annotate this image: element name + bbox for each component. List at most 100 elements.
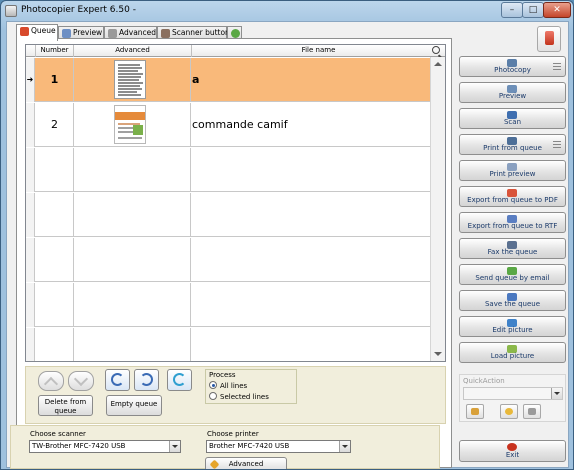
radio-label: All lines bbox=[220, 382, 248, 390]
queue-actions-panel: Delete from queue Empty queue Process Al… bbox=[25, 366, 446, 424]
options-grip-icon[interactable] bbox=[553, 141, 561, 148]
app-window: Photocopier Expert 6.50 - – □ ✕ Queue Pr… bbox=[0, 0, 574, 470]
table-row[interactable] bbox=[26, 193, 431, 237]
chevron-down-icon[interactable] bbox=[169, 441, 180, 452]
print-from-queue-button[interactable]: Print from queue bbox=[459, 134, 566, 155]
table-row[interactable] bbox=[26, 283, 431, 327]
advanced-icon bbox=[209, 459, 220, 469]
app-logo bbox=[537, 26, 561, 52]
table-row[interactable]: 2 commande camif bbox=[26, 103, 431, 147]
refresh-button[interactable] bbox=[167, 369, 192, 391]
exit-button[interactable]: Exit bbox=[459, 440, 566, 462]
chevron-up-icon bbox=[43, 376, 59, 392]
row-number: 1 bbox=[36, 58, 74, 102]
row-filename: commande camif bbox=[192, 118, 288, 131]
exit-label: Exit bbox=[505, 451, 520, 459]
title-bar[interactable]: Photocopier Expert 6.50 - – □ ✕ bbox=[1, 1, 573, 21]
scanner-value: TW-Brother MFC-7420 USB bbox=[32, 442, 126, 450]
radio-all-lines[interactable]: All lines bbox=[209, 381, 247, 391]
sidebar: Photocopy Preview Scan Print from queue Prin… bbox=[454, 22, 570, 469]
preview-button[interactable]: Preview bbox=[459, 82, 566, 103]
close-button[interactable]: ✕ bbox=[543, 2, 571, 18]
sidebar-button-label: Edit picture bbox=[492, 326, 533, 334]
edit-picture-button[interactable]: Edit picture bbox=[459, 316, 566, 337]
row-number: 2 bbox=[36, 103, 74, 147]
sidebar-button-label: Save the queue bbox=[484, 300, 541, 308]
advanced-button-label: Advanced bbox=[228, 460, 264, 468]
refresh-icon bbox=[173, 373, 186, 386]
header-selector bbox=[26, 45, 36, 57]
grid-vertical-scrollbar[interactable] bbox=[430, 57, 445, 361]
sidebar-button-label: Send queue by email bbox=[475, 274, 550, 282]
delete-from-queue-button[interactable]: Delete from queue bbox=[38, 395, 93, 416]
queue-grid[interactable]: Number Advanced File name ➜ 1 a 2 comman… bbox=[25, 44, 446, 362]
export-from-queue-to-pdf-button[interactable]: Export from queue to PDF bbox=[459, 186, 566, 207]
radio-label: Selected lines bbox=[220, 393, 269, 401]
photocopy-button[interactable]: Photocopy bbox=[459, 56, 566, 77]
options-grip-icon[interactable] bbox=[553, 63, 561, 70]
chevron-down-icon[interactable] bbox=[339, 441, 350, 452]
rotate-right-icon bbox=[140, 373, 153, 386]
tab-queue[interactable]: Queue bbox=[16, 24, 58, 41]
grid-header: Number Advanced File name bbox=[26, 45, 445, 57]
sidebar-button-label: Load picture bbox=[490, 352, 535, 360]
tab-label: Advanced bbox=[119, 28, 157, 37]
scroll-down-icon[interactable] bbox=[434, 352, 442, 356]
process-legend: Process bbox=[209, 371, 236, 379]
empty-queue-button[interactable]: Empty queue bbox=[106, 395, 162, 416]
scanner-label: Choose scanner bbox=[30, 430, 86, 438]
printer-value: Brother MFC-7420 USB bbox=[209, 442, 290, 450]
column-header-number[interactable]: Number bbox=[36, 45, 74, 57]
app-icon bbox=[5, 5, 17, 17]
row-thumbnail-cell bbox=[74, 103, 191, 147]
send-queue-by-email-button[interactable]: Send queue by email bbox=[459, 264, 566, 285]
row-thumbnail-cell bbox=[74, 58, 191, 102]
rotate-right-button[interactable] bbox=[134, 369, 159, 391]
row-selector bbox=[26, 103, 35, 147]
table-row[interactable] bbox=[26, 238, 431, 282]
quick-action-select[interactable] bbox=[463, 387, 563, 400]
print-preview-button[interactable]: Print preview bbox=[459, 160, 566, 181]
row-filename: a bbox=[192, 73, 200, 86]
table-row[interactable] bbox=[26, 148, 431, 192]
column-header-filename-label: File name bbox=[301, 46, 336, 54]
radio-selected-lines[interactable]: Selected lines bbox=[209, 392, 269, 402]
quick-action-new-button[interactable] bbox=[500, 404, 518, 419]
document-thumbnail bbox=[114, 105, 146, 144]
table-row[interactable] bbox=[26, 328, 431, 361]
tab-label: Preview bbox=[73, 28, 103, 37]
maximize-button[interactable]: □ bbox=[522, 2, 544, 18]
rotate-left-icon bbox=[111, 373, 124, 386]
move-up-button[interactable] bbox=[38, 371, 64, 392]
scroll-up-icon[interactable] bbox=[434, 62, 442, 66]
search-icon[interactable] bbox=[432, 46, 440, 54]
queue-icon bbox=[20, 27, 29, 36]
load-picture-button[interactable]: Load picture bbox=[459, 342, 566, 363]
advanced-button[interactable]: Advanced bbox=[205, 457, 287, 469]
scanner-select[interactable]: TW-Brother MFC-7420 USB bbox=[29, 440, 181, 453]
export-from-queue-to-rtf-button[interactable]: Export from queue to RTF bbox=[459, 212, 566, 233]
sidebar-button-label: Export from queue to PDF bbox=[467, 196, 558, 204]
rotate-left-button[interactable] bbox=[105, 369, 130, 391]
quick-action-run-button[interactable] bbox=[466, 404, 484, 419]
scanner-buttons-icon bbox=[161, 29, 170, 38]
sidebar-button-label: Fax the queue bbox=[487, 248, 538, 256]
radio-button[interactable] bbox=[209, 392, 217, 400]
move-down-button[interactable] bbox=[68, 371, 94, 391]
row-pointer-icon: ➜ bbox=[26, 58, 35, 102]
column-header-advanced[interactable]: Advanced bbox=[74, 45, 192, 57]
quick-action-delete-button[interactable] bbox=[523, 404, 541, 419]
fax-the-queue-button[interactable]: Fax the queue bbox=[459, 238, 566, 259]
minimize-button[interactable]: – bbox=[501, 2, 523, 18]
chevron-down-icon bbox=[73, 371, 89, 387]
chevron-down-icon[interactable] bbox=[551, 388, 562, 399]
column-header-filename[interactable]: File name bbox=[192, 45, 445, 57]
printer-label: Choose printer bbox=[207, 430, 259, 438]
radio-button-checked[interactable] bbox=[209, 381, 217, 389]
table-row[interactable]: ➜ 1 a bbox=[26, 58, 431, 102]
scan-button[interactable]: Scan bbox=[459, 108, 566, 129]
save-the-queue-button[interactable]: Save the queue bbox=[459, 290, 566, 311]
quick-action-group: QuickAction bbox=[459, 374, 566, 422]
sidebar-button-label: Print from queue bbox=[483, 144, 542, 152]
printer-select[interactable]: Brother MFC-7420 USB bbox=[206, 440, 351, 453]
